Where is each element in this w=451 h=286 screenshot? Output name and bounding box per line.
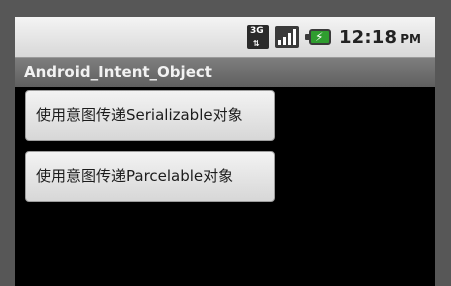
network-type-label: 3G (249, 26, 264, 36)
signal-bar (287, 33, 291, 45)
battery-charging-icon: ⚡ (304, 27, 333, 47)
send-serializable-button-label: 使用意图传递Serializable对象 (36, 106, 243, 124)
app-title-bar: Android_Intent_Object (15, 58, 435, 87)
charging-bolt-icon: ⚡ (314, 30, 324, 44)
send-parcelable-button-label: 使用意图传递Parcelable对象 (36, 167, 234, 185)
status-icons: 3G ⇅ ⚡ 12:18 PM (246, 24, 421, 50)
signal-bar (277, 40, 281, 45)
status-bar: 3G ⇅ ⚡ 12:18 PM (15, 17, 435, 58)
signal-bar (292, 29, 296, 45)
3g-network-icon: 3G ⇅ (246, 25, 269, 49)
send-serializable-button[interactable]: 使用意图传递Serializable对象 (25, 90, 275, 141)
device-screen: 3G ⇅ ⚡ 12:18 PM Android_Intent_Object 使用意… (15, 17, 435, 286)
data-arrows-icon: ⇅ (252, 39, 260, 48)
send-parcelable-button[interactable]: 使用意图传递Parcelable对象 (25, 151, 275, 202)
signal-strength-icon (274, 26, 299, 48)
signal-bar (282, 37, 286, 45)
app-title: Android_Intent_Object (24, 63, 212, 81)
clock-ampm: PM (400, 31, 421, 46)
clock-time: 12:18 (338, 26, 398, 48)
status-clock: 12:18 PM (339, 27, 421, 48)
